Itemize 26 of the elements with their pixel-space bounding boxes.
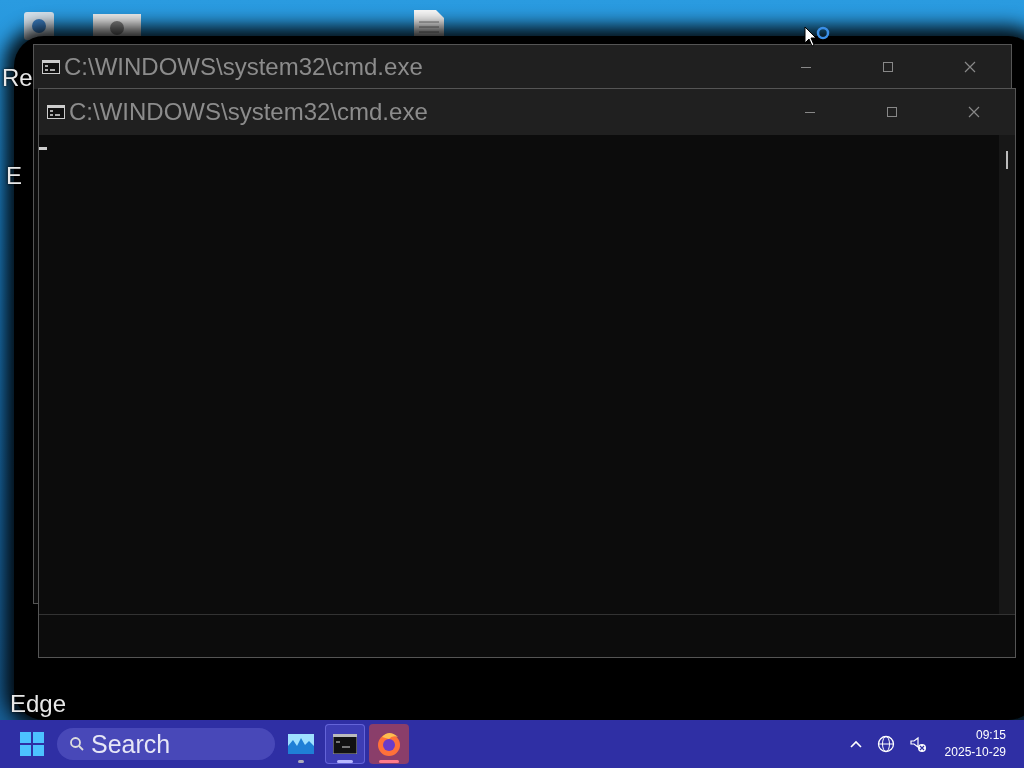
search-field[interactable]: Search bbox=[57, 728, 275, 760]
desktop-icon-label: E bbox=[6, 162, 22, 190]
maximize-icon bbox=[882, 61, 894, 73]
clock-time[interactable]: 09:15 bbox=[975, 727, 1006, 744]
console-icon bbox=[47, 105, 65, 119]
taskbar-app-button[interactable] bbox=[325, 724, 365, 764]
speaker-muted-icon[interactable] bbox=[908, 735, 927, 753]
globe-icon[interactable] bbox=[876, 735, 895, 753]
window-title: C:\WINDOWS\system32\cmd.exe bbox=[69, 98, 428, 126]
close-icon bbox=[964, 61, 976, 73]
chevron-up-icon[interactable] bbox=[848, 739, 863, 749]
maximize-icon bbox=[886, 106, 898, 118]
desktop-icon-label: Edge bbox=[10, 690, 67, 718]
console-icon bbox=[42, 60, 60, 74]
scrollbar-thumb[interactable] bbox=[1006, 151, 1008, 169]
text-cursor bbox=[39, 147, 47, 150]
desktop-icon-label: Re bbox=[2, 64, 33, 92]
console-icon bbox=[333, 734, 357, 754]
clock-date[interactable]: 2025-10-29 bbox=[944, 744, 1006, 761]
start-icon[interactable] bbox=[20, 732, 44, 756]
document-icon[interactable] bbox=[412, 8, 446, 38]
chart-icon bbox=[288, 734, 314, 754]
window-title: C:\WINDOWS\system32\cmd.exe bbox=[64, 53, 423, 81]
close-icon bbox=[968, 106, 980, 118]
search-icon bbox=[69, 736, 85, 752]
fox-globe-icon bbox=[376, 731, 402, 757]
